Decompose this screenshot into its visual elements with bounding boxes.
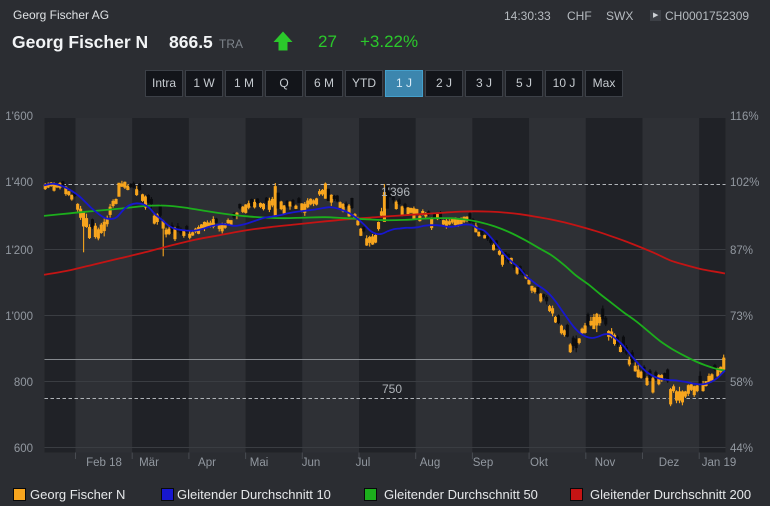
svg-text:750: 750	[382, 382, 402, 396]
svg-text:1'400: 1'400	[5, 177, 33, 189]
svg-text:1'000: 1'000	[5, 311, 33, 323]
svg-text:Nov: Nov	[595, 457, 616, 469]
svg-text:Jul: Jul	[356, 457, 371, 469]
svg-text:Mai: Mai	[250, 457, 269, 469]
svg-text:Mär: Mär	[139, 457, 159, 469]
svg-text:87%: 87%	[730, 245, 753, 257]
svg-text:116%: 116%	[730, 111, 759, 123]
svg-text:Okt: Okt	[530, 457, 549, 469]
svg-text:Dez: Dez	[659, 457, 680, 469]
svg-text:1'396: 1'396	[381, 185, 410, 199]
svg-text:Feb 18: Feb 18	[86, 457, 122, 469]
svg-text:102%: 102%	[730, 177, 759, 189]
svg-text:Apr: Apr	[198, 457, 216, 469]
svg-text:Jan 19: Jan 19	[702, 457, 737, 469]
svg-text:Jun: Jun	[302, 457, 321, 469]
svg-text:Aug: Aug	[420, 457, 440, 469]
svg-text:800: 800	[14, 377, 33, 389]
svg-text:Sep: Sep	[473, 457, 493, 469]
svg-text:600: 600	[14, 443, 33, 455]
svg-text:1'600: 1'600	[5, 111, 33, 123]
svg-text:1'200: 1'200	[5, 245, 33, 257]
svg-text:73%: 73%	[730, 311, 753, 323]
svg-text:58%: 58%	[730, 377, 753, 389]
svg-text:44%: 44%	[730, 443, 753, 455]
